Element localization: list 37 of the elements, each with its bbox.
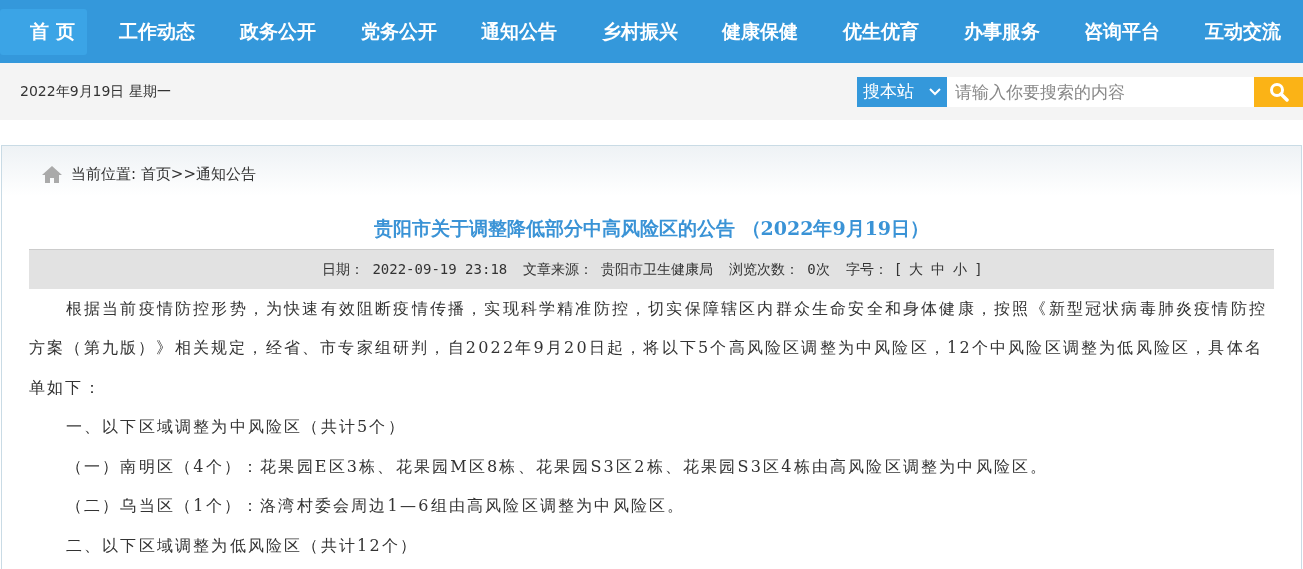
meta-value: 贵阳市卫生健康局	[601, 259, 714, 279]
nav-item[interactable]: 乡村振兴	[589, 8, 690, 55]
chevron-down-icon	[929, 87, 941, 96]
article-title: 贵阳市关于调整降低部分中高风险区的公告 （2022年9月19日）	[373, 217, 930, 239]
nav-item[interactable]: 政务公开	[227, 8, 328, 55]
article-paragraph: （二）乌当区（1个）：洛湾村委会周边1—6组由高风险区调整为中风险区。	[64, 495, 687, 517]
nav-item[interactable]: 办事服务	[951, 8, 1052, 55]
nav-item[interactable]: 首 页	[0, 8, 87, 55]
meta-label: 字号：	[845, 259, 888, 279]
breadcrumb-text: 当前位置: 首页>>通知公告	[71, 163, 256, 185]
bracket-text: [	[895, 259, 902, 279]
nav-item[interactable]: 优生优育	[831, 8, 931, 55]
search-icon	[1268, 81, 1289, 102]
nav-item[interactable]: 党务公开	[348, 8, 449, 55]
meta-label: 文章来源：	[523, 259, 594, 279]
article-paragraph: 根据当前疫情防控形势，为快速有效阻断疫情传播，实现科学精准防控，切实保障辖区内群众生命安全和身体健康，按照《新型冠状病毒肺炎疫情防控方案（第九版）》相关规定，经省、市专家组研判，自2022年9月20日起，将以下5个高风险区调整为中风险区，12个中风险区调整为低风险区，具体名单如下：	[29, 297, 1268, 399]
search-button[interactable]	[1254, 76, 1303, 107]
font-size-link[interactable]: 中	[931, 258, 946, 280]
date-text: 2022年9月19日 星期一	[20, 82, 171, 101]
font-size-link[interactable]: 大	[909, 258, 924, 280]
nav-item[interactable]: 咨询平台	[1072, 8, 1173, 55]
nav-item[interactable]: 工作动态	[107, 8, 208, 55]
article-paragraph: （一）南明区（4个）：花果园E区3栋、花果园M区8栋、花果园S3区2栋、花果园S3区4栋由高风险区调整为中风险区。	[64, 455, 1050, 478]
nav-item[interactable]: 健康保健	[710, 8, 811, 55]
meta-label: 日期：	[322, 259, 365, 279]
meta-value: 2022-09-19 23:18	[372, 259, 508, 279]
article-paragraph: 二、以下区域调整为低风险区（共计12个）	[64, 534, 420, 557]
search-field[interactable]: 请输入你要搜索的内容	[947, 76, 1254, 107]
font-size-link[interactable]: 小	[953, 258, 968, 280]
meta-value: 0次	[807, 259, 830, 279]
bracket-text: ]	[975, 259, 981, 279]
search-scope-select[interactable]: 搜本站	[857, 76, 947, 107]
meta-label: 浏览次数：	[729, 259, 800, 279]
nav-item[interactable]: 通知公告	[469, 8, 570, 55]
home-icon	[41, 165, 63, 183]
article-paragraph: 一、以下区域调整为中风险区（共计5个）	[64, 416, 407, 438]
nav-item[interactable]: 互动交流	[1192, 8, 1293, 55]
